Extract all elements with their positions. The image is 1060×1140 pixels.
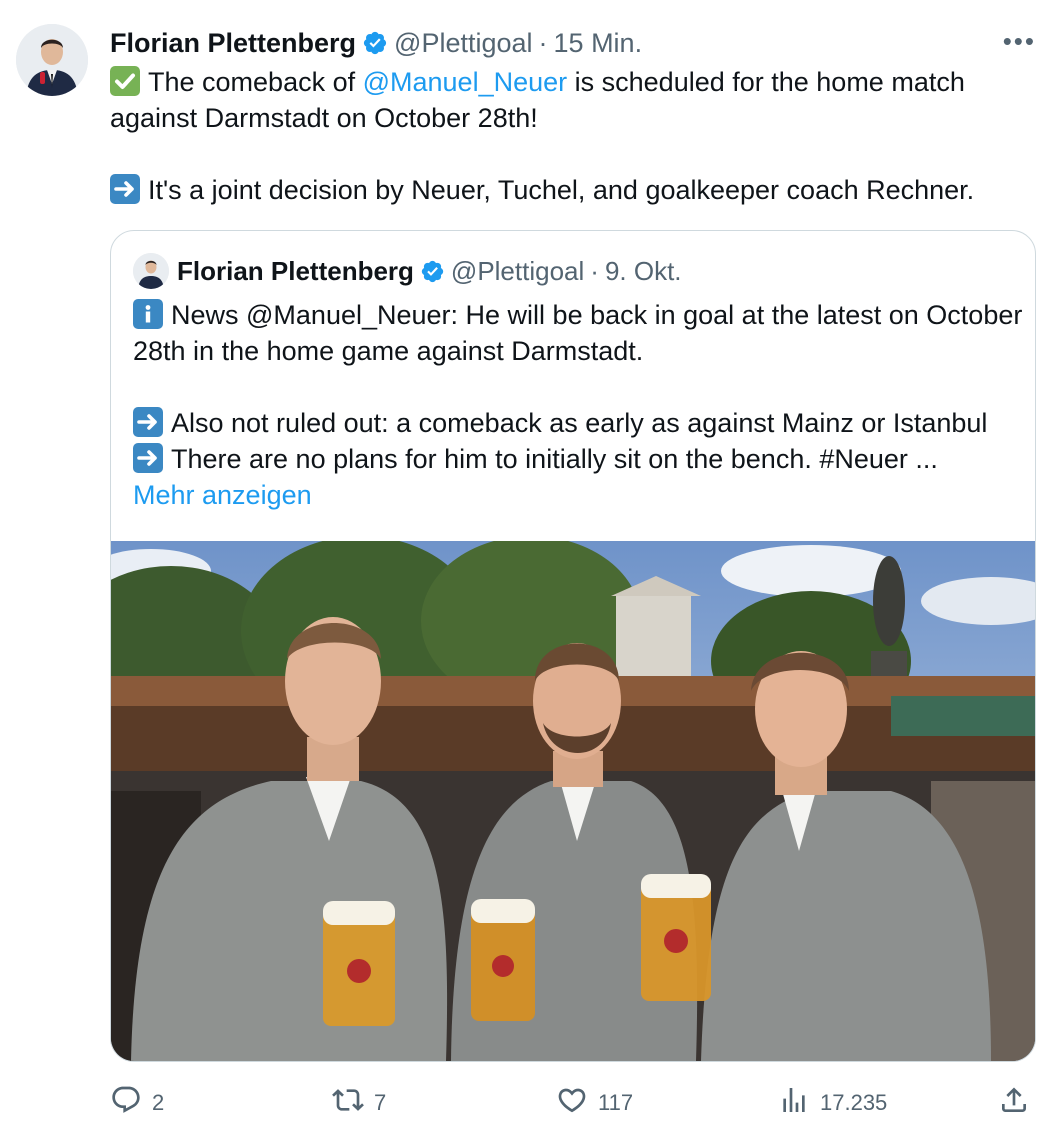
retweet-count: 7 [374, 1090, 387, 1115]
quoted-tweet-header: Florian Plettenberg @Plettigoal · 9. Okt… [177, 253, 682, 289]
header-separator: · [538, 27, 548, 58]
more-icon[interactable]: ••• [1003, 26, 1036, 57]
quoted-author-avatar[interactable] [133, 253, 169, 289]
quoted-tweet-photo[interactable] [111, 541, 1035, 1061]
quoted-text-line2: Also not ruled out: a comeback as early … [171, 408, 988, 438]
quoted-text-line3: There are no plans for him to initially … [171, 444, 938, 474]
views-icon [778, 1084, 810, 1122]
like-count: 117 [598, 1090, 634, 1115]
author-handle[interactable]: @Plettigoal [394, 28, 532, 59]
quoted-author-handle[interactable]: @Plettigoal [451, 256, 584, 287]
reply-button[interactable]: 2 [110, 1084, 164, 1122]
retweet-icon [332, 1084, 364, 1122]
quoted-text-line1: News @Manuel_Neuer: He will be back in g… [133, 300, 1023, 366]
right-arrow-emoji [133, 443, 163, 473]
show-more-link[interactable]: Mehr anzeigen [133, 477, 1023, 513]
right-arrow-emoji [133, 407, 163, 437]
tweet-action-bar: 2 7 117 17.235 [110, 1084, 1040, 1122]
like-button[interactable]: 117 [556, 1084, 633, 1122]
verified-badge-icon [420, 259, 445, 284]
quoted-author-name[interactable]: Florian Plettenberg [177, 256, 414, 287]
tweet-timestamp[interactable]: 15 Min. [554, 28, 643, 59]
author-avatar[interactable] [16, 24, 88, 96]
reply-count: 2 [152, 1090, 165, 1115]
tweet-text: The comeback of @Manuel_Neuer is schedul… [110, 64, 1040, 208]
share-icon [998, 1084, 1030, 1122]
tweet-text-line2: It's a joint decision by Neuer, Tuchel, … [148, 175, 975, 205]
views-button[interactable]: 17.235 [778, 1084, 887, 1122]
share-button[interactable] [998, 1084, 1030, 1122]
information-emoji [133, 299, 163, 329]
german-flag-emoji [551, 107, 583, 129]
like-icon [556, 1084, 588, 1122]
check-mark-emoji [110, 66, 140, 96]
tweet-header: Florian Plettenberg @Plettigoal · 15 Min… [110, 26, 1040, 60]
reply-icon [110, 1084, 142, 1122]
tweet-text-part1: The comeback of [148, 67, 363, 97]
verified-badge-icon [362, 30, 388, 56]
author-name[interactable]: Florian Plettenberg [110, 28, 356, 59]
mention-link[interactable]: @Manuel_Neuer [363, 67, 568, 97]
quoted-tweet[interactable]: Florian Plettenberg @Plettigoal · 9. Okt… [110, 230, 1036, 1062]
retweet-button[interactable]: 7 [332, 1084, 386, 1122]
quoted-date[interactable]: 9. Okt. [605, 256, 682, 287]
views-count: 17.235 [820, 1090, 888, 1115]
right-arrow-emoji [110, 174, 140, 204]
quoted-tweet-text: News @Manuel_Neuer: He will be back in g… [133, 297, 1023, 513]
quoted-separator: · [590, 255, 599, 286]
